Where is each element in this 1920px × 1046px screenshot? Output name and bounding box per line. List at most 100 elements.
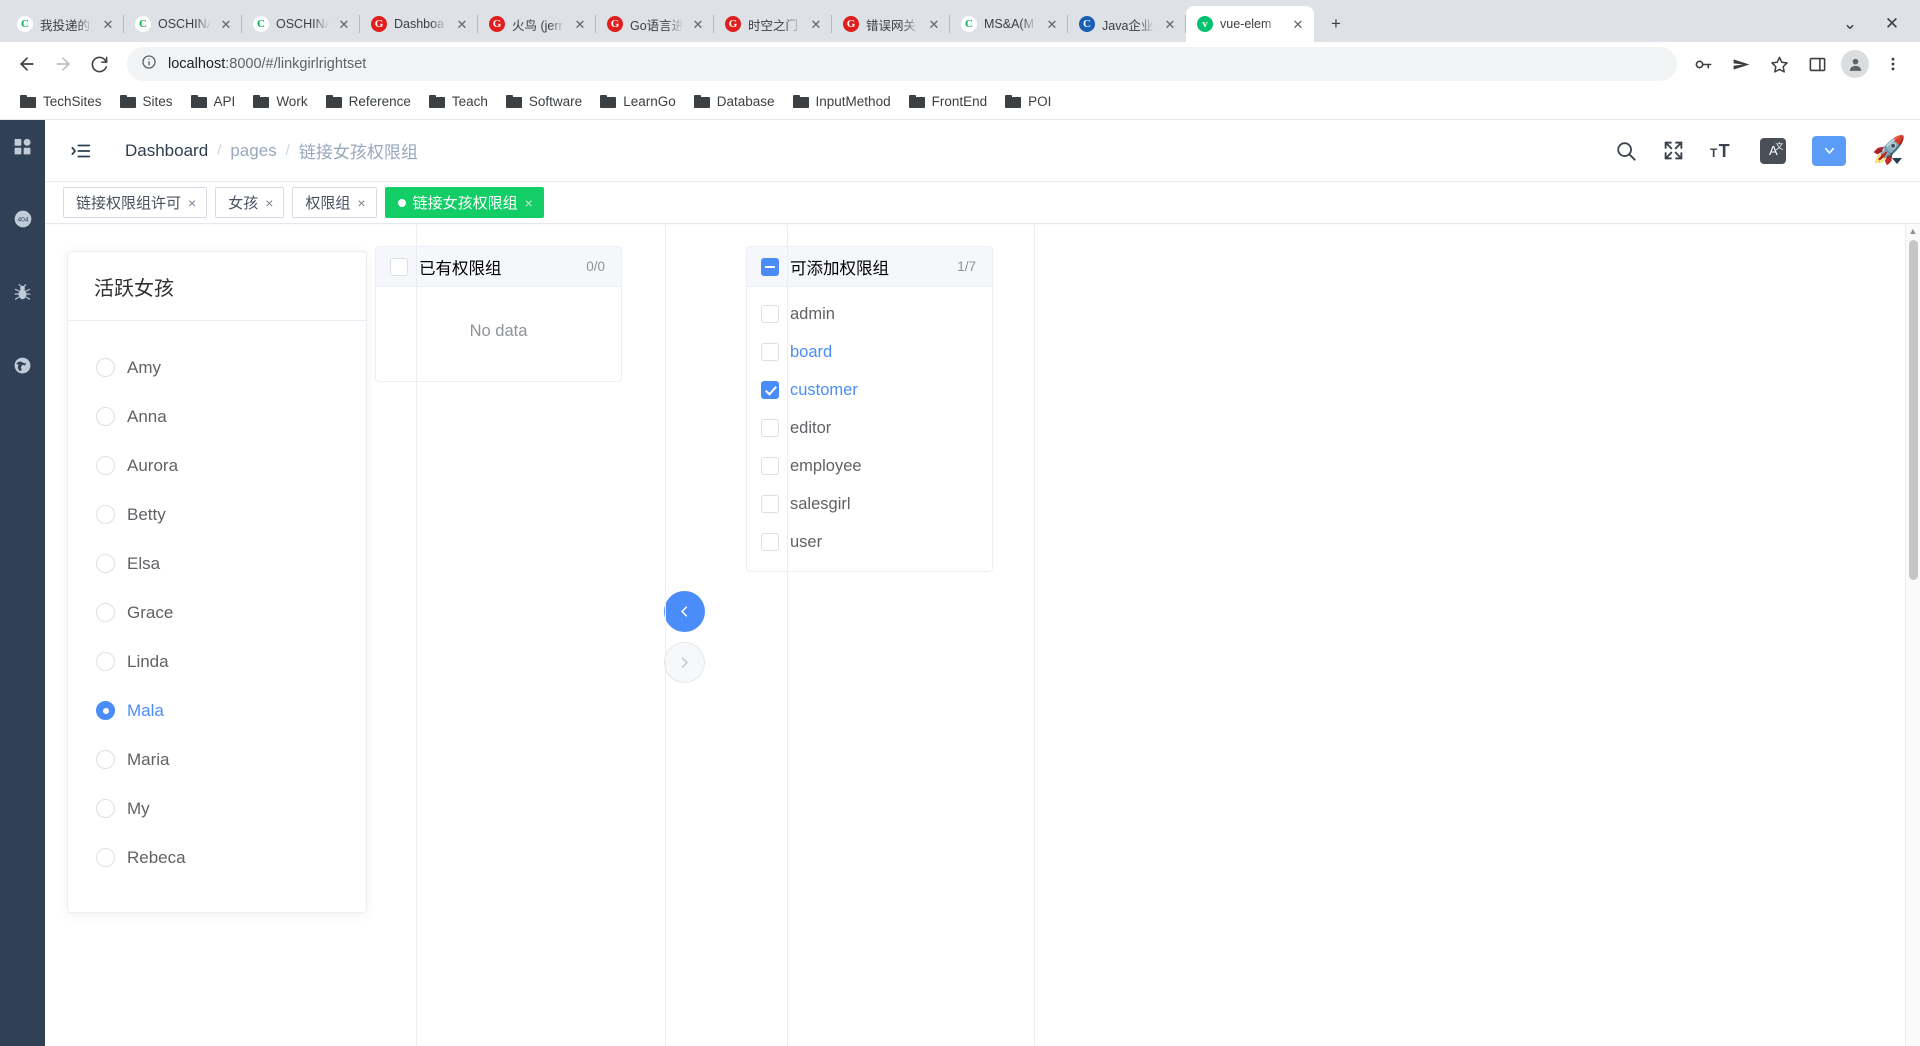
tab-close-icon[interactable]: ✕ — [336, 16, 352, 32]
user-menu[interactable]: 🚀 — [1872, 137, 1906, 164]
tab-search-button[interactable]: ⌄ — [1836, 10, 1864, 38]
transfer-item[interactable]: user — [747, 523, 992, 561]
key-icon[interactable] — [1686, 47, 1720, 81]
transfer-item-checkbox[interactable] — [761, 533, 779, 551]
girl-radio-row[interactable]: Linda — [68, 637, 366, 686]
transfer-item[interactable]: customer — [747, 371, 992, 409]
girl-radio-row[interactable]: Betty — [68, 490, 366, 539]
tab-close-icon[interactable]: ✕ — [926, 16, 942, 32]
transfer-item[interactable]: employee — [747, 447, 992, 485]
girl-radio-row[interactable]: Mala — [68, 686, 366, 735]
tag-close-icon[interactable]: × — [357, 196, 365, 210]
radio-icon[interactable] — [96, 554, 115, 573]
send-icon[interactable] — [1724, 47, 1758, 81]
radio-icon[interactable] — [96, 799, 115, 818]
translate-icon[interactable]: A 文 — [1760, 137, 1787, 164]
tag-item[interactable]: 链接女孩权限组 × — [384, 187, 544, 218]
scrollbar-thumb[interactable] — [1908, 240, 1918, 580]
profile-icon[interactable] — [1841, 50, 1869, 78]
transfer-item[interactable]: admin — [747, 295, 992, 333]
reload-button[interactable] — [82, 47, 116, 81]
bookmark-item[interactable]: POI — [997, 90, 1059, 113]
tab-close-icon[interactable]: ✕ — [218, 16, 234, 32]
bookmark-item[interactable]: Software — [498, 90, 590, 113]
bookmark-item[interactable]: InputMethod — [785, 90, 899, 113]
page-scrollbar[interactable]: ▲ — [1905, 224, 1920, 1046]
browser-tab[interactable]: C 我投递的 ✕ — [6, 6, 124, 42]
bookmark-item[interactable]: FrontEnd — [901, 90, 996, 113]
chevron-down-icon[interactable] — [1810, 133, 1849, 168]
tab-close-icon[interactable]: ✕ — [572, 16, 588, 32]
transfer-item-checkbox[interactable] — [761, 457, 779, 475]
radio-icon[interactable] — [96, 358, 115, 377]
tab-close-icon[interactable]: ✕ — [454, 16, 470, 32]
transfer-item-checkbox[interactable] — [761, 381, 779, 399]
bookmark-item[interactable]: Work — [245, 90, 315, 113]
bookmark-item[interactable]: API — [183, 90, 244, 113]
browser-tab[interactable]: G Dashboa ✕ — [360, 6, 478, 42]
transfer-item[interactable]: board — [747, 333, 992, 371]
browser-tab[interactable]: G 火鸟 (jerr ✕ — [478, 6, 596, 42]
transfer-item[interactable]: salesgirl — [747, 485, 992, 523]
tag-close-icon[interactable]: × — [265, 196, 273, 210]
tab-close-icon[interactable]: ✕ — [1162, 16, 1178, 32]
tag-close-icon[interactable]: × — [525, 196, 533, 210]
transfer-item-checkbox[interactable] — [761, 305, 779, 323]
girl-radio-row[interactable]: Elsa — [68, 539, 366, 588]
radio-icon[interactable] — [96, 701, 115, 720]
tab-close-icon[interactable]: ✕ — [1290, 16, 1306, 32]
font-size-icon[interactable]: TT — [1710, 140, 1734, 162]
tab-close-icon[interactable]: ✕ — [100, 16, 116, 32]
radio-icon[interactable] — [96, 456, 115, 475]
breadcrumb-item[interactable]: pages — [230, 141, 276, 161]
side-panel-icon[interactable] — [1800, 47, 1834, 81]
bookmark-item[interactable]: Sites — [112, 90, 181, 113]
star-icon[interactable] — [1762, 47, 1796, 81]
transfer-left-select-all-checkbox[interactable] — [390, 257, 408, 276]
fullscreen-icon[interactable] — [1663, 140, 1684, 161]
browser-tab[interactable]: C OSCHINA ✕ — [124, 6, 242, 42]
search-icon[interactable] — [1615, 140, 1637, 162]
tab-close-icon[interactable]: ✕ — [1044, 16, 1060, 32]
browser-tab[interactable]: G 时空之门 ✕ — [714, 6, 832, 42]
forward-button[interactable] — [46, 47, 80, 81]
girl-radio-row[interactable]: Maria — [68, 735, 366, 784]
radio-icon[interactable] — [96, 603, 115, 622]
sidebar-item-dashboard[interactable] — [11, 134, 35, 158]
bookmark-item[interactable]: Database — [686, 90, 783, 113]
girl-radio-row[interactable]: My — [68, 784, 366, 833]
girl-radio-row[interactable]: Aurora — [68, 441, 366, 490]
radio-icon[interactable] — [96, 652, 115, 671]
address-bar[interactable]: localhost:8000/#/linkgirlrightset — [127, 47, 1677, 81]
transfer-item[interactable]: editor — [747, 409, 992, 447]
new-tab-button[interactable]: + — [1322, 10, 1350, 38]
transfer-item-checkbox[interactable] — [761, 495, 779, 513]
tag-item[interactable]: 权限组 × — [292, 187, 377, 218]
bookmark-item[interactable]: TechSites — [12, 90, 110, 113]
girl-radio-row[interactable]: Amy — [68, 343, 366, 392]
browser-tab[interactable]: C MS&A(M ✕ — [950, 6, 1068, 42]
sidebar-item-globe[interactable] — [11, 353, 35, 377]
girl-radio-row[interactable]: Anna — [68, 392, 366, 441]
bookmark-item[interactable]: Teach — [421, 90, 496, 113]
radio-icon[interactable] — [96, 750, 115, 769]
radio-icon[interactable] — [96, 505, 115, 524]
transfer-right-select-all-checkbox[interactable] — [761, 257, 779, 276]
sidebar-item-bug[interactable] — [11, 280, 35, 304]
hamburger-indent-icon[interactable] — [67, 137, 95, 165]
breadcrumb-item[interactable]: 链接女孩权限组 — [299, 138, 418, 163]
bookmark-item[interactable]: Reference — [318, 90, 419, 113]
girl-radio-row[interactable]: Grace — [68, 588, 366, 637]
site-info-icon[interactable] — [141, 54, 157, 75]
radio-icon[interactable] — [96, 848, 115, 867]
transfer-item-checkbox[interactable] — [761, 419, 779, 437]
transfer-to-left-button[interactable] — [663, 591, 705, 632]
browser-tab[interactable]: G Go语言进 ✕ — [596, 6, 714, 42]
tag-item[interactable]: 女孩 × — [215, 187, 285, 218]
chevron-down-icon[interactable] — [1892, 158, 1902, 164]
transfer-to-right-button[interactable] — [663, 642, 705, 683]
girl-radio-row[interactable]: Rebeca — [68, 833, 366, 882]
browser-tab[interactable]: C OSCHINA ✕ — [242, 6, 360, 42]
browser-menu-icon[interactable] — [1876, 47, 1910, 81]
tab-close-icon[interactable]: ✕ — [808, 16, 824, 32]
